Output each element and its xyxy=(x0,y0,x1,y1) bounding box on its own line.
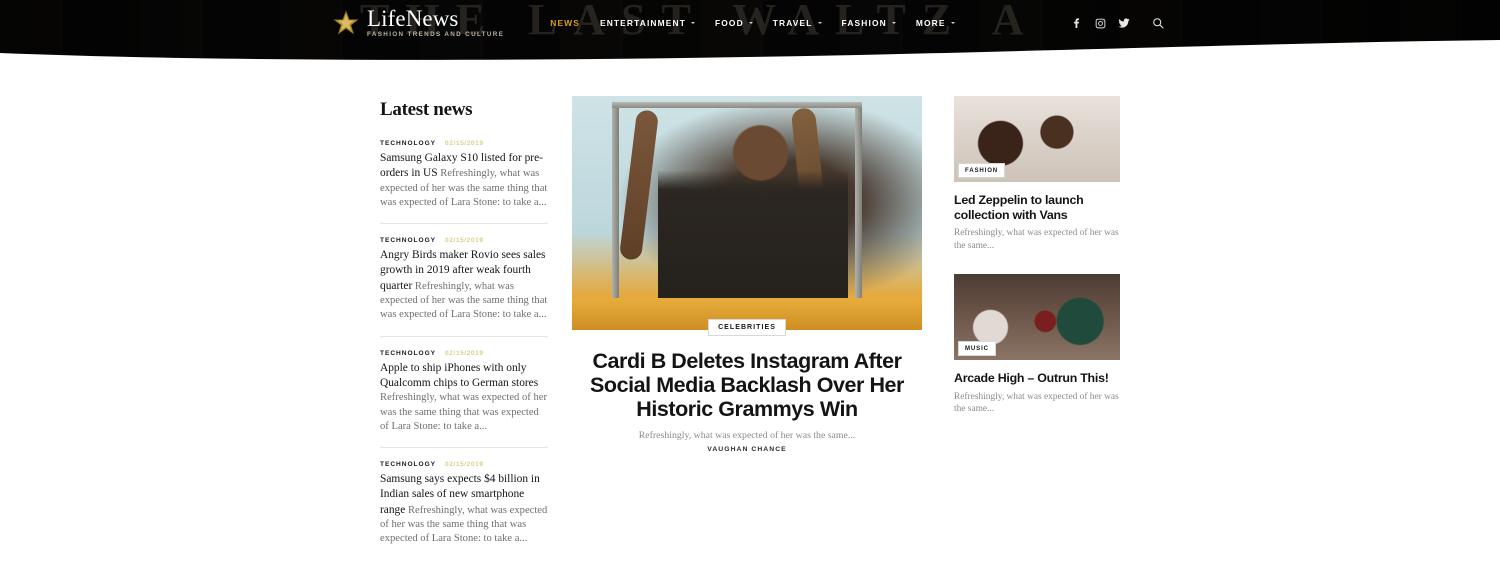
twitter-icon[interactable] xyxy=(1115,14,1133,32)
category-label: TECHNOLOGY xyxy=(380,349,437,357)
chevron-down-icon xyxy=(748,22,753,24)
list-item-meta: TECHNOLOGY 02/15/2019 xyxy=(380,140,548,147)
chevron-down-icon xyxy=(891,22,896,24)
nav-item-fashion[interactable]: FASHION xyxy=(832,18,906,28)
list-item-text: Samsung says expects $4 billion in India… xyxy=(380,472,548,546)
nav-label: NEWS xyxy=(550,18,580,28)
header-actions xyxy=(1061,14,1167,32)
list-item-meta: TECHNOLOGY 02/15/2019 xyxy=(380,461,548,468)
site-logo[interactable]: LifeNews Fashion Trends and Culture xyxy=(333,7,504,38)
hero-image-detail xyxy=(618,109,660,261)
list-item-excerpt: Refreshingly, what was expected of her w… xyxy=(380,392,547,432)
list-item-text: Apple to ship iPhones with only Qualcomm… xyxy=(380,361,548,434)
date-label: 02/15/2019 xyxy=(445,461,484,469)
date-label: 02/15/2019 xyxy=(445,349,484,357)
nav-item-travel[interactable]: TRAVEL xyxy=(763,18,832,28)
sidebar-articles: FASHION Led Zeppelin to launch collectio… xyxy=(954,96,1120,438)
hero-image-detail xyxy=(612,102,862,108)
hero-headline[interactable]: Cardi B Deletes Instagram After Social M… xyxy=(572,349,922,421)
chevron-down-icon xyxy=(690,22,695,24)
logo-text: LifeNews Fashion Trends and Culture xyxy=(367,7,504,38)
header-inner: LifeNews Fashion Trends and Culture NEWS… xyxy=(0,0,1500,46)
logo-tagline: Fashion Trends and Culture xyxy=(367,31,505,39)
list-item[interactable]: TECHNOLOGY 02/15/2019 Apple to ship iPho… xyxy=(380,350,548,449)
list-item-text: Angry Birds maker Rovio sees sales growt… xyxy=(380,248,548,322)
sidebar-card-image[interactable]: MUSIC xyxy=(954,274,1120,361)
star-icon xyxy=(333,10,359,35)
sidebar-card[interactable]: FASHION Led Zeppelin to launch collectio… xyxy=(954,96,1120,252)
list-item[interactable]: TECHNOLOGY 02/15/2019 Samsung says expec… xyxy=(380,461,548,559)
category-label: TECHNOLOGY xyxy=(380,140,437,147)
status-badge[interactable]: MUSIC xyxy=(958,341,996,357)
list-item[interactable]: TECHNOLOGY 02/15/2019 Samsung Galaxy S10… xyxy=(380,140,548,225)
hero-excerpt: Refreshingly, what was expected of her w… xyxy=(638,430,856,441)
hero-image-detail xyxy=(855,102,862,312)
search-icon[interactable] xyxy=(1149,14,1167,32)
status-badge[interactable]: FASHION xyxy=(958,163,1006,178)
sidebar-card-image[interactable]: FASHION xyxy=(954,96,1120,182)
instagram-icon[interactable] xyxy=(1091,14,1109,32)
content-container: Latest news TECHNOLOGY 02/15/2019 Samsun… xyxy=(380,96,1120,568)
page-body: Latest news TECHNOLOGY 02/15/2019 Samsun… xyxy=(0,62,1500,568)
page-title: Latest news xyxy=(380,99,473,120)
facebook-icon[interactable] xyxy=(1067,14,1085,32)
hero-image[interactable] xyxy=(572,96,922,330)
sidebar-card-excerpt: Refreshingly, what was expected of her w… xyxy=(954,228,1119,251)
main-navigation: NEWS ENTERTAINMENT FOOD TRAVEL FASHION M… xyxy=(540,18,964,28)
nav-label: TRAVEL xyxy=(772,18,813,28)
sidebar-card-title[interactable]: Led Zeppelin to launch collection with V… xyxy=(954,193,1120,222)
sidebar-card-excerpt: Refreshingly, what was expected of her w… xyxy=(954,391,1119,415)
nav-label: MORE xyxy=(915,18,946,28)
nav-item-entertainment[interactable]: ENTERTAINMENT xyxy=(590,18,705,28)
hero-image-detail xyxy=(612,102,619,312)
nav-label: FOOD xyxy=(714,18,744,28)
site-header: LifeNews Fashion Trends and Culture NEWS… xyxy=(0,0,1500,62)
date-label: 02/15/2019 xyxy=(445,237,484,245)
list-item[interactable]: TECHNOLOGY 02/15/2019 Angry Birds maker … xyxy=(380,237,548,337)
nav-item-more[interactable]: MORE xyxy=(906,18,965,28)
category-label: TECHNOLOGY xyxy=(380,237,437,245)
list-item-text: Samsung Galaxy S10 listed for pre-orders… xyxy=(380,151,548,210)
sidebar-card[interactable]: MUSIC Arcade High – Outrun This! Refresh… xyxy=(954,274,1120,416)
date-label: 02/15/2019 xyxy=(445,140,484,147)
logo-name: LifeNews xyxy=(367,6,459,32)
list-item-meta: TECHNOLOGY 02/15/2019 xyxy=(380,350,548,357)
chevron-down-icon xyxy=(817,22,822,24)
list-item-meta: TECHNOLOGY 02/15/2019 xyxy=(380,237,548,244)
nav-item-news[interactable]: NEWS xyxy=(540,18,590,28)
chevron-down-icon xyxy=(950,22,955,24)
nav-item-food[interactable]: FOOD xyxy=(705,18,763,28)
sidebar-card-title[interactable]: Arcade High – Outrun This! xyxy=(954,371,1120,386)
hero-author: VAUGHAN CHANCE xyxy=(707,446,787,453)
list-item-headline[interactable]: Apple to ship iPhones with only Qualcomm… xyxy=(380,362,538,389)
category-label: TECHNOLOGY xyxy=(380,461,437,469)
nav-label: FASHION xyxy=(841,18,887,28)
status-badge[interactable]: CELEBRITIES xyxy=(708,319,786,336)
list-item-excerpt: Refreshingly, what was expected of her w… xyxy=(380,504,548,545)
nav-label: ENTERTAINMENT xyxy=(599,18,686,28)
latest-news-section: Latest news TECHNOLOGY 02/15/2019 Samsun… xyxy=(380,96,548,568)
hero-article: CELEBRITIES Cardi B Deletes Instagram Af… xyxy=(572,96,922,453)
